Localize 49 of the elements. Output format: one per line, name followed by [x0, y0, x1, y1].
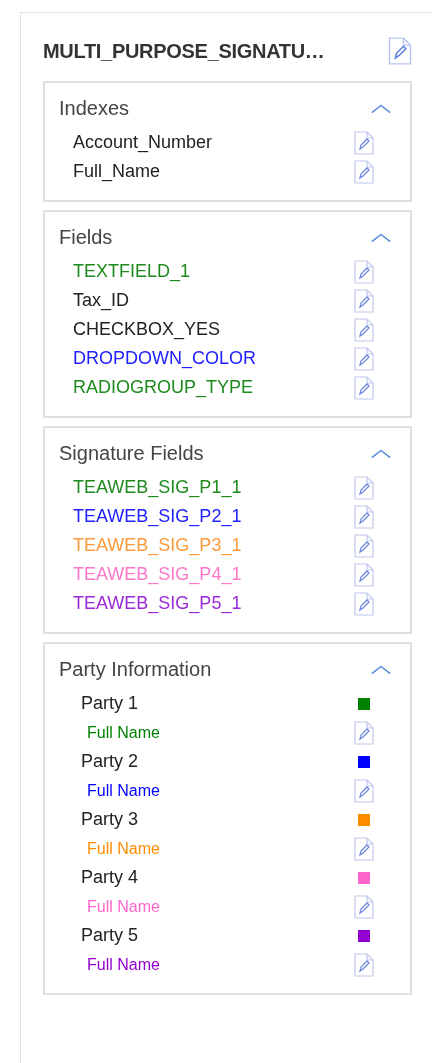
- chevron-icon[interactable]: [370, 663, 392, 676]
- edit-icon[interactable]: [354, 778, 374, 803]
- edit-icon[interactable]: [354, 591, 374, 616]
- edit-icon[interactable]: [388, 37, 412, 65]
- field-name: TEXTFIELD_1: [73, 261, 191, 282]
- edit-icon[interactable]: [354, 375, 374, 400]
- section-title: Signature Fields: [59, 442, 204, 465]
- edit-icon[interactable]: [354, 317, 374, 342]
- edit-icon[interactable]: [354, 130, 374, 155]
- field-name: Account_Number: [73, 132, 213, 153]
- chevron-icon[interactable]: [370, 102, 392, 115]
- field-name: Tax_ID: [73, 290, 130, 311]
- field-name: Full Name: [86, 781, 160, 800]
- edit-icon[interactable]: [354, 159, 374, 184]
- edit-icon[interactable]: [354, 259, 374, 284]
- field-name: DROPDOWN_COLOR: [73, 348, 256, 369]
- edit-icon[interactable]: [354, 504, 374, 529]
- edit-icon[interactable]: [354, 836, 374, 861]
- section-title: Party Information: [59, 658, 212, 681]
- template-title: MULTI_PURPOSE_SIGNATU…: [43, 39, 325, 63]
- field-name: TEAWEB_SIG_P1_1: [73, 477, 242, 498]
- edit-icon[interactable]: [354, 894, 374, 919]
- field-name: TEAWEB_SIG_P5_1: [73, 593, 242, 614]
- field-name: TEAWEB_SIG_P2_1: [73, 506, 242, 527]
- section-title: Fields: [59, 226, 113, 249]
- field-name: TEAWEB_SIG_P4_1: [73, 564, 242, 585]
- party-name: Party 2: [80, 751, 139, 772]
- field-name: RADIOGROUP_TYPE: [73, 377, 254, 398]
- chevron-icon[interactable]: [370, 231, 392, 244]
- field-name: CHECKBOX_YES: [73, 319, 221, 340]
- edit-icon[interactable]: [354, 475, 374, 500]
- field-name: Full Name: [86, 897, 160, 916]
- field-name: Full Name: [86, 955, 160, 974]
- field-name: Full Name: [86, 839, 160, 858]
- field-name: TEAWEB_SIG_P3_1: [73, 535, 242, 556]
- party-name: Party 1: [80, 693, 139, 714]
- edit-icon[interactable]: [354, 346, 374, 371]
- edit-icon[interactable]: [354, 720, 374, 745]
- chevron-icon[interactable]: [370, 447, 392, 460]
- edit-icon[interactable]: [354, 562, 374, 587]
- field-name: Full_Name: [73, 161, 161, 182]
- edit-icon[interactable]: [354, 288, 374, 313]
- party-name: Party 3: [80, 809, 139, 830]
- edit-icon[interactable]: [354, 533, 374, 558]
- section-title: Indexes: [59, 97, 130, 120]
- edit-icon[interactable]: [354, 952, 374, 977]
- field-name: Full Name: [86, 723, 160, 742]
- party-name: Party 5: [80, 925, 139, 946]
- party-name: Party 4: [80, 867, 139, 888]
